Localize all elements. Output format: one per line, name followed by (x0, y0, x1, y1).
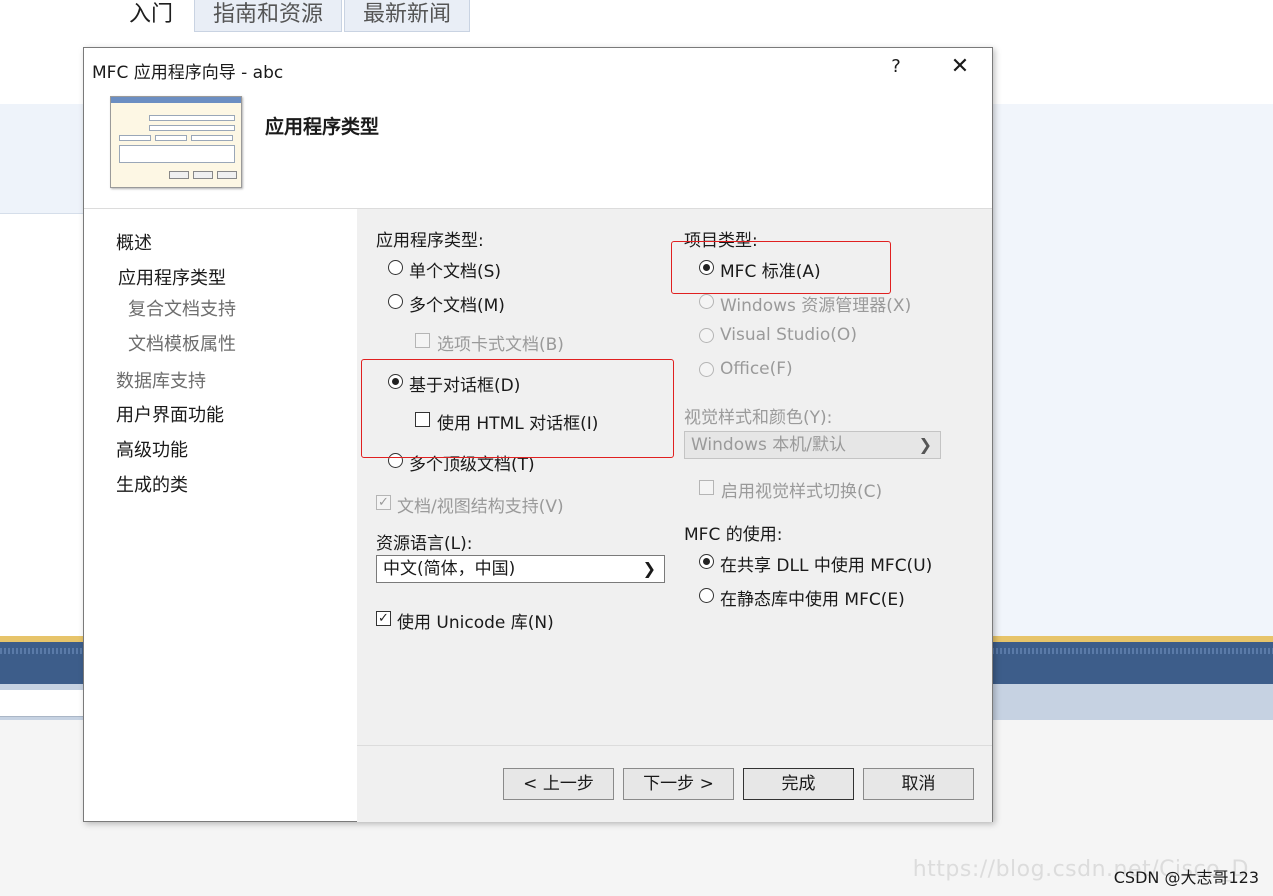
label-mfc-shared-dll[interactable]: 在共享 DLL 中使用 MFC(U) (720, 551, 932, 576)
dialog-titlebar[interactable]: MFC 应用程序向导 - abc ? ✕ (84, 48, 992, 90)
resource-language-value: 中文(简体，中国) (383, 559, 516, 579)
radio-visual-studio[interactable] (699, 328, 714, 343)
wizard-header: 应用程序类型 (84, 90, 992, 209)
background-input-strip (0, 690, 90, 717)
checkbox-html-dialog[interactable] (415, 412, 430, 427)
label-multiple-documents[interactable]: 多个文档(M) (409, 291, 505, 316)
radio-office[interactable] (699, 362, 714, 377)
app-type-label: 应用程序类型: (376, 231, 484, 251)
label-visual-studio[interactable]: Visual Studio(O) (720, 325, 857, 345)
label-single-document[interactable]: 单个文档(S) (409, 257, 501, 282)
label-multiple-top-level[interactable]: 多个顶级文档(T) (409, 450, 535, 475)
close-icon[interactable]: ✕ (946, 54, 974, 79)
radio-single-document[interactable] (388, 260, 403, 275)
help-button[interactable]: ? (884, 56, 908, 77)
checkbox-style-switch[interactable] (699, 480, 714, 495)
previous-button[interactable]: < 上一步 (503, 768, 614, 800)
check-icon: ✓ (378, 495, 389, 510)
radio-multiple-documents[interactable] (388, 294, 403, 309)
tab-guides-resources[interactable]: 指南和资源 (194, 0, 343, 32)
dialog-preview-icon (110, 96, 242, 188)
radio-multiple-top-level[interactable] (388, 453, 403, 468)
mfc-wizard-dialog: MFC 应用程序向导 - abc ? ✕ 应用程序类型 概述 应用程序类型 复合… (83, 47, 993, 822)
sidebar-item-compound-doc[interactable]: 复合文档支持 (128, 295, 236, 321)
page-title: 应用程序类型 (265, 116, 380, 138)
label-office[interactable]: Office(F) (720, 359, 793, 379)
label-mfc-static[interactable]: 在静态库中使用 MFC(E) (720, 585, 905, 610)
radio-mfc-shared-dll[interactable] (699, 554, 714, 569)
label-unicode[interactable]: 使用 Unicode 库(N) (397, 608, 554, 633)
visual-style-value: Windows 本机/默认 (691, 435, 847, 455)
sidebar-item-app-type[interactable]: 应用程序类型 (118, 264, 226, 290)
checkbox-tabbed-documents[interactable] (415, 333, 430, 348)
chevron-down-icon: ❯ (642, 559, 656, 578)
sidebar-item-generated-classes[interactable]: 生成的类 (116, 471, 188, 497)
next-button[interactable]: 下一步 > (623, 768, 734, 800)
background-right-panel (993, 104, 1273, 644)
finish-button[interactable]: 完成 (743, 768, 854, 800)
checkbox-doc-view[interactable]: ✓ (376, 495, 391, 510)
resource-language-select[interactable]: 中文(简体，中国) ❯ (376, 555, 665, 583)
project-type-label: 项目类型: (684, 231, 758, 251)
mfc-use-label: MFC 的使用: (684, 525, 783, 545)
radio-windows-explorer[interactable] (699, 294, 714, 309)
radio-mfc-standard[interactable] (699, 260, 714, 275)
start-page-tabs: 入门 指南和资源 最新新闻 (110, 0, 472, 32)
radio-dialog-based[interactable] (388, 374, 403, 389)
resource-language-label: 资源语言(L): (376, 534, 473, 554)
label-dialog-based[interactable]: 基于对话框(D) (409, 371, 520, 396)
sidebar-item-overview[interactable]: 概述 (116, 229, 152, 255)
label-style-switch[interactable]: 启用视觉样式切换(C) (721, 477, 882, 502)
wizard-content: 应用程序类型: 单个文档(S) 多个文档(M) 选项卡式文档(B) 基于对话框(… (357, 209, 992, 745)
visual-style-label: 视觉样式和颜色(Y): (684, 408, 833, 428)
watermark-author: CSDN @大志哥123 (1113, 868, 1259, 887)
check-icon: ✓ (378, 611, 389, 626)
label-html-dialog[interactable]: 使用 HTML 对话框(I) (437, 409, 598, 434)
checkbox-unicode[interactable]: ✓ (376, 611, 391, 626)
sidebar-item-database[interactable]: 数据库支持 (116, 367, 206, 393)
label-windows-explorer[interactable]: Windows 资源管理器(X) (720, 291, 911, 316)
sidebar-item-doc-template[interactable]: 文档模板属性 (128, 330, 236, 356)
tab-latest-news[interactable]: 最新新闻 (344, 0, 471, 32)
label-tabbed-documents[interactable]: 选项卡式文档(B) (437, 330, 564, 355)
visual-style-select[interactable]: Windows 本机/默认 ❯ (684, 431, 941, 459)
tab-get-started[interactable]: 入门 (110, 0, 193, 32)
cancel-button[interactable]: 取消 (863, 768, 974, 800)
label-mfc-standard[interactable]: MFC 标准(A) (720, 257, 821, 282)
label-doc-view[interactable]: 文档/视图结构支持(V) (397, 492, 564, 517)
wizard-sidebar: 概述 应用程序类型 复合文档支持 文档模板属性 数据库支持 用户界面功能 高级功… (84, 209, 357, 821)
radio-mfc-static[interactable] (699, 588, 714, 603)
sidebar-item-ui-features[interactable]: 用户界面功能 (116, 401, 224, 427)
dialog-title: MFC 应用程序向导 - abc (92, 63, 284, 83)
chevron-down-icon: ❯ (918, 435, 932, 454)
sidebar-item-advanced[interactable]: 高级功能 (116, 436, 188, 462)
